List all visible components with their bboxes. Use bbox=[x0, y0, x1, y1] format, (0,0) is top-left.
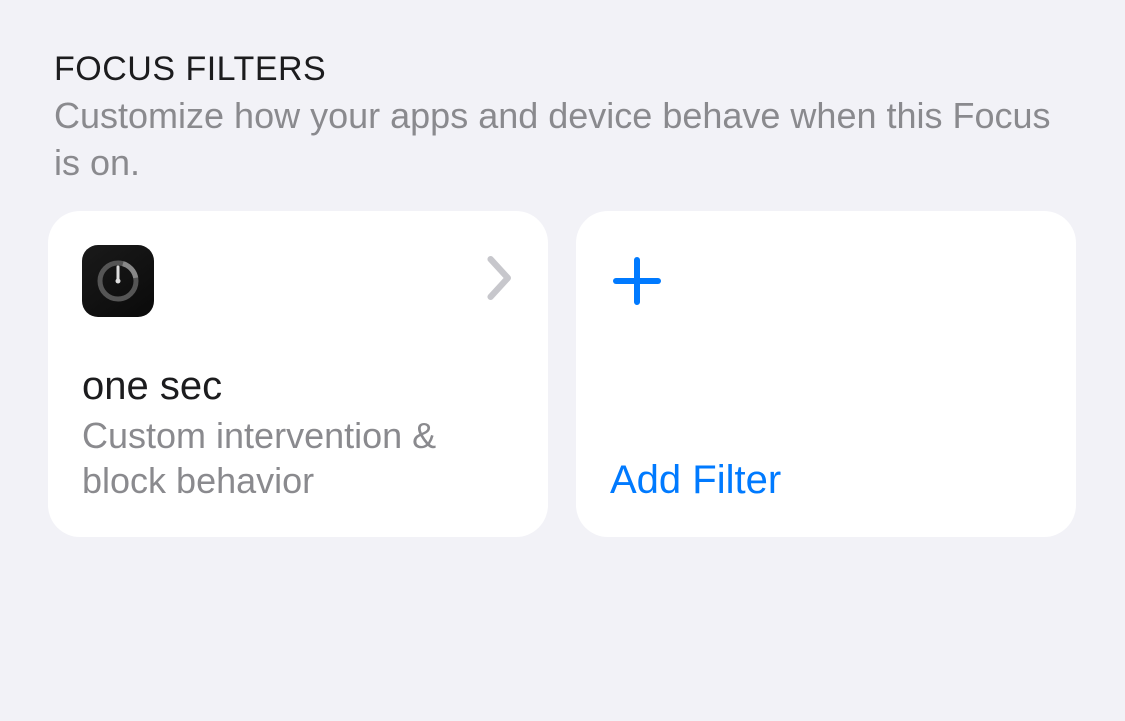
card-bottom: Add Filter bbox=[610, 458, 1042, 503]
card-bottom: one sec Custom intervention & block beha… bbox=[82, 364, 514, 503]
card-top bbox=[610, 245, 1042, 317]
section-description: Customize how your apps and device behav… bbox=[54, 93, 1071, 187]
filter-card-one-sec[interactable]: one sec Custom intervention & block beha… bbox=[48, 211, 548, 537]
filter-app-name: one sec bbox=[82, 364, 514, 409]
filter-subtitle: Custom intervention & block behavior bbox=[82, 413, 514, 503]
chevron-right-icon bbox=[486, 256, 514, 305]
cards-container: one sec Custom intervention & block beha… bbox=[48, 211, 1077, 537]
card-top bbox=[82, 245, 514, 317]
section-header: FOCUS FILTERS Customize how your apps an… bbox=[48, 50, 1077, 187]
one-sec-app-icon bbox=[82, 245, 154, 317]
add-filter-label: Add Filter bbox=[610, 458, 1042, 503]
section-title: FOCUS FILTERS bbox=[54, 50, 1071, 89]
add-filter-card[interactable]: Add Filter bbox=[576, 211, 1076, 537]
plus-icon bbox=[610, 245, 664, 317]
